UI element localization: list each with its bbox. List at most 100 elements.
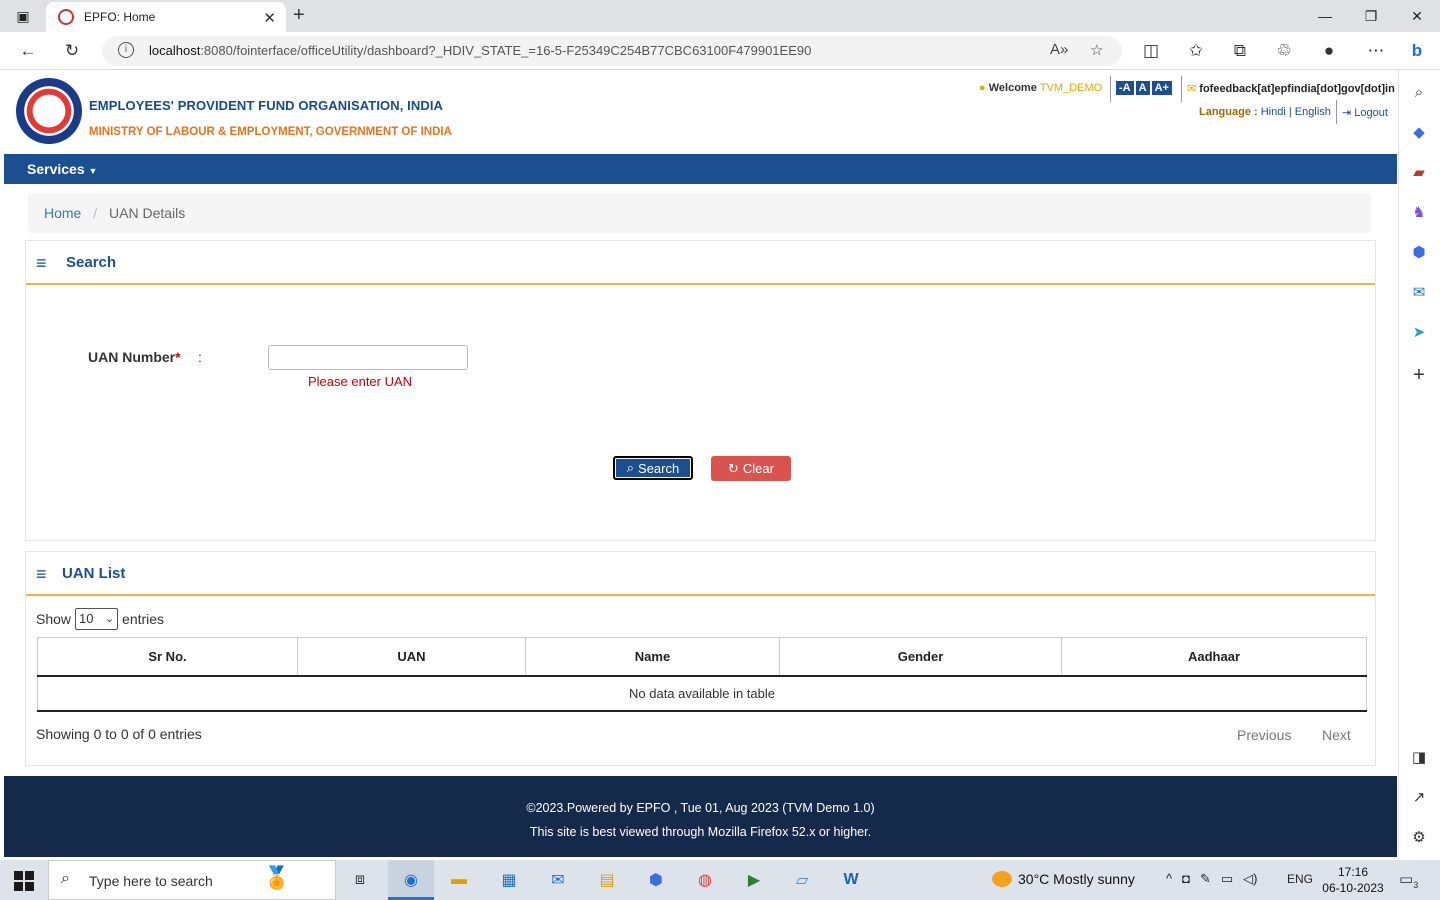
weather-widget[interactable]: 30°C Mostly sunny <box>992 871 1135 887</box>
tray-network-icon[interactable]: ▭ <box>1221 871 1233 887</box>
search-icon: ⌕ <box>61 870 70 887</box>
tab-title: EPFO: Home <box>84 10 156 24</box>
menu-bars-icon: ≡ <box>36 253 47 273</box>
table-row: No data available in table <box>37 675 1367 712</box>
language-selector: Language : Hindi | English <box>1199 106 1331 118</box>
close-tab-icon[interactable]: ✕ <box>263 9 276 27</box>
breadcrumb-home[interactable]: Home <box>44 205 81 221</box>
store-icon[interactable]: ▦ <box>494 866 524 894</box>
browser-titlebar: ▣ EPFO: Home ✕ + — ❐ ✕ <box>0 0 1440 32</box>
taskbar-search[interactable]: ⌕ Type here to search 🏅 <box>48 860 336 900</box>
word-icon[interactable]: W <box>836 866 866 894</box>
refresh-icon[interactable]: ↻ <box>59 39 85 63</box>
chrome-icon[interactable]: ◍ <box>690 866 720 894</box>
col-name[interactable]: Name <box>525 637 780 677</box>
file-explorer-icon[interactable]: ▬ <box>444 866 474 894</box>
epfo-logo <box>16 78 82 144</box>
favorite-star-icon[interactable]: ☆ <box>1090 41 1103 59</box>
page-length-select[interactable]: 10 ⌄ <box>75 608 119 630</box>
col-uan[interactable]: UAN <box>297 637 526 677</box>
font-increase-button[interactable]: A+ <box>1151 81 1172 95</box>
uan-list-header: ≡ UAN List <box>26 552 1375 596</box>
sidebar-games-icon[interactable]: ♞ <box>1407 200 1431 224</box>
tray-volume-icon[interactable]: ◁) <box>1243 871 1257 887</box>
sidebar-drop-icon[interactable]: ➤ <box>1407 320 1431 344</box>
sidebar-outlook-icon[interactable]: ✉ <box>1407 280 1431 304</box>
collections-icon[interactable]: ⧉ <box>1227 39 1253 63</box>
task-view-icon[interactable]: ⧈ <box>345 866 375 894</box>
font-normal-button[interactable]: A <box>1135 81 1150 95</box>
search-icon: ⌕ <box>626 460 635 475</box>
edge-app-icon[interactable]: ◉ <box>396 866 426 894</box>
sidebar-shopping-icon[interactable]: ◆ <box>1407 120 1431 144</box>
back-icon[interactable]: ← <box>15 39 41 63</box>
close-window-icon[interactable]: ✕ <box>1394 0 1440 32</box>
browser-tab[interactable]: EPFO: Home ✕ <box>46 2 286 32</box>
search-panel-header: ≡ Search <box>26 241 1375 285</box>
logout-link[interactable]: ⇥ Logout <box>1342 106 1388 119</box>
divider <box>1110 76 1111 102</box>
uan-number-label: UAN Number* <box>88 349 181 365</box>
next-page-button[interactable]: Next <box>1322 727 1351 743</box>
clock[interactable]: 17:16 06-10-2023 <box>1318 864 1388 896</box>
services-menu[interactable]: Services ▼ <box>27 161 97 177</box>
user-icon: ● <box>979 82 986 94</box>
app-notes-icon[interactable]: ▱ <box>787 866 817 894</box>
menu-bars-icon: ≡ <box>36 564 47 584</box>
extensions-icon[interactable]: ♲ <box>1271 39 1297 63</box>
sidebar-office-icon[interactable]: ⬢ <box>1407 240 1431 264</box>
address-bar[interactable]: i localhost:8080/fointerface/officeUtili… <box>102 36 1122 66</box>
epfo-favicon-icon <box>58 9 74 25</box>
new-tab-button[interactable]: + <box>293 4 305 27</box>
more-menu-icon[interactable]: ⋯ <box>1363 39 1389 63</box>
feedback-email[interactable]: ✉ fofeedback[at]epfindia[dot]gov[dot]in <box>1187 82 1395 95</box>
profile-avatar-icon[interactable]: ● <box>1316 39 1342 63</box>
url-text[interactable]: localhost:8080/fointerface/officeUtility… <box>149 43 811 58</box>
col-aadhaar[interactable]: Aadhaar <box>1061 637 1367 677</box>
tray-pen-icon[interactable]: ✎ <box>1200 871 1211 887</box>
favorites-icon[interactable]: ✩ <box>1183 39 1209 63</box>
lang-english-link[interactable]: English <box>1295 106 1331 118</box>
minimize-icon[interactable]: — <box>1302 0 1348 32</box>
table-info: Showing 0 to 0 of 0 entries <box>36 726 202 742</box>
site-info-icon[interactable]: i <box>118 42 134 58</box>
sidebar-search-icon[interactable]: ⌕ <box>1407 80 1431 104</box>
search-highlight-icon: 🏅 <box>263 865 291 890</box>
app-media-icon[interactable]: ▶ <box>739 866 769 894</box>
search-panel: ≡ Search UAN Number* : Please enter UAN … <box>25 240 1376 541</box>
uan-list-title: UAN List <box>62 565 126 582</box>
windows-start-icon[interactable] <box>14 871 34 891</box>
col-sr-no[interactable]: Sr No. <box>37 637 298 677</box>
footer-copyright: ©2023.Powered by EPFO , Tue 01, Aug 2023… <box>526 801 875 815</box>
input-language[interactable]: ENG <box>1287 872 1313 886</box>
clock-date: 06-10-2023 <box>1322 881 1384 895</box>
system-tray: ^ ◘ ✎ ▭ ◁) <box>1166 871 1258 887</box>
sidebar-panel-icon[interactable]: ◨ <box>1407 745 1431 769</box>
mail-icon[interactable]: ✉ <box>543 866 573 894</box>
sidebar-add-icon[interactable]: + <box>1407 363 1431 387</box>
search-button[interactable]: ⌕ Search <box>613 456 693 480</box>
notification-icon[interactable]: ▭3 <box>1399 870 1418 890</box>
col-gender[interactable]: Gender <box>779 637 1062 677</box>
search-panel-title: Search <box>66 254 117 271</box>
sidebar-external-icon[interactable]: ↗ <box>1407 785 1431 809</box>
app-folder-icon[interactable]: ▤ <box>592 866 622 894</box>
windows-taskbar: ⌕ Type here to search 🏅 ⧈ ◉ ▬ ▦ ✉ ▤ ⬢ ◍ … <box>0 860 1440 900</box>
refresh-icon: ↻ <box>728 460 739 476</box>
restore-icon[interactable]: ❐ <box>1348 0 1394 32</box>
clear-button[interactable]: ↻ Clear <box>711 456 791 481</box>
previous-page-button[interactable]: Previous <box>1237 727 1291 743</box>
site-header: EMPLOYEES' PROVIDENT FUND ORGANISATION, … <box>4 70 1397 154</box>
uan-number-input[interactable] <box>268 345 468 370</box>
app-cube-icon[interactable]: ⬢ <box>641 866 671 894</box>
sidebar-tools-icon[interactable]: ▰ <box>1407 160 1431 184</box>
read-aloud-icon[interactable]: A» <box>1050 41 1068 58</box>
sidebar-settings-icon[interactable]: ⚙ <box>1407 825 1431 849</box>
lang-hindi-link[interactable]: Hindi <box>1261 106 1286 118</box>
font-decrease-button[interactable]: -A <box>1116 81 1134 95</box>
tray-meet-icon[interactable]: ◘ <box>1182 871 1190 887</box>
bing-chat-icon[interactable]: b <box>1404 39 1430 63</box>
tab-actions-icon[interactable]: ▣ <box>0 0 46 32</box>
split-screen-icon[interactable]: ◫ <box>1138 39 1164 63</box>
tray-chevron-icon[interactable]: ^ <box>1166 871 1172 887</box>
